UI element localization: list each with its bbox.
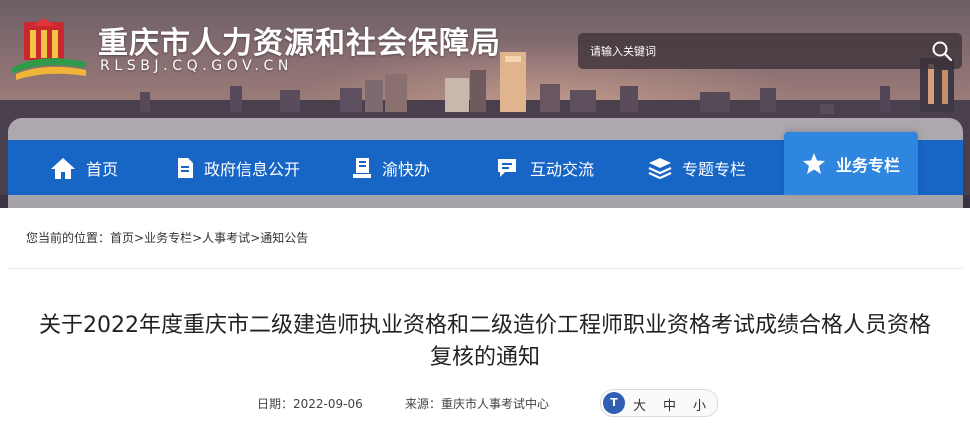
search-input[interactable]: [578, 33, 920, 69]
search-icon[interactable]: [930, 39, 954, 63]
article-title: 关于2022年度重庆市二级建造师执业资格和二级造价工程师职业资格考试成绩合格人员…: [39, 313, 931, 370]
nav-item-gov-info[interactable]: 政府信息公开: [176, 140, 300, 195]
breadcrumb-link-notices[interactable]: 通知公告: [260, 231, 308, 245]
breadcrumb-link-home[interactable]: 首页: [110, 231, 134, 245]
breadcrumb-link-exams[interactable]: 人事考试: [202, 231, 250, 245]
breadcrumb-prefix: 您当前的位置：: [26, 231, 111, 245]
font-size-icon: T: [603, 392, 625, 414]
breadcrumb-bar: 您当前的位置：首页>业务专栏>人事考试>通知公告: [8, 208, 963, 269]
main-nav: 首页 政府信息公开 渝快办 互动交流 专题专栏 业务专栏: [8, 132, 963, 195]
date-value: 2022-09-06: [293, 397, 363, 411]
nav-item-special-topics[interactable]: 专题专栏: [648, 140, 746, 195]
breadcrumb-separator: >: [134, 231, 145, 245]
service-icon: [353, 157, 371, 178]
home-icon: [51, 157, 75, 179]
nav-item-label: 业务专栏: [835, 155, 900, 175]
star-icon: [802, 153, 825, 174]
font-size-switcher: T 大 中 小: [600, 389, 718, 417]
nav-item-interaction[interactable]: 互动交流: [496, 140, 594, 195]
chat-icon: [498, 158, 516, 177]
breadcrumb-link-business[interactable]: 业务专栏: [144, 231, 192, 245]
nav-item-label: 首页: [86, 159, 119, 179]
source-label: 来源：: [405, 397, 442, 411]
nav-item-business[interactable]: 业务专栏: [784, 132, 918, 195]
font-size-medium-button[interactable]: 中: [663, 395, 676, 414]
article-meta: 日期：2022-09-06 来源：重庆市人事考试中心 T 大 中 小: [0, 389, 970, 417]
source-value: 重庆市人事考试中心: [441, 397, 550, 411]
nav-item-label: 渝快办: [382, 159, 431, 179]
site-title: 重庆市人力资源和社会保障局: [98, 26, 501, 61]
nav-item-label: 专题专栏: [682, 159, 747, 179]
search-box: [578, 33, 962, 69]
breadcrumb: 您当前的位置：首页>业务专栏>人事考试>通知公告: [26, 229, 308, 246]
layers-icon: [648, 157, 672, 179]
nav-item-yukuaiban[interactable]: 渝快办: [352, 140, 430, 195]
site-logo: [12, 18, 86, 80]
article-date: 日期：2022-09-06: [257, 395, 363, 412]
font-size-small-button[interactable]: 小: [693, 395, 706, 414]
font-size-large-button[interactable]: 大: [633, 395, 646, 414]
nav-item-label: 政府信息公开: [204, 159, 301, 179]
article-source: 来源：重庆市人事考试中心: [405, 395, 549, 412]
breadcrumb-separator: >: [192, 231, 203, 245]
site-domain: RLSBJ.CQ.GOV.CN: [100, 58, 293, 74]
date-label: 日期：: [257, 397, 294, 411]
breadcrumb-separator: >: [250, 231, 261, 245]
nav-item-label: 互动交流: [530, 159, 595, 179]
nav-item-home[interactable]: 首页: [50, 140, 118, 195]
document-icon: [178, 157, 193, 178]
